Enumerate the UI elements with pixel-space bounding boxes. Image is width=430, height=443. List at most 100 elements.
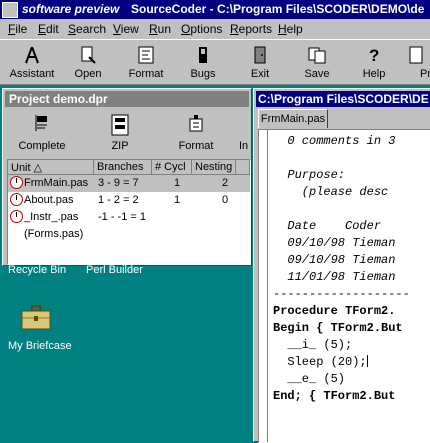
code-line: Begin { TForm2.But [273, 321, 403, 335]
bugs-button[interactable]: Bugs [175, 42, 231, 84]
save-icon [308, 47, 326, 64]
project-window: Project demo.dpr Complete ZIP Format In … [2, 88, 252, 266]
exit-button[interactable]: Exit [232, 42, 288, 84]
nesting-value: 0 [222, 194, 229, 206]
code-line: (please desc [273, 185, 389, 199]
menu-edit[interactable]: Edit [38, 22, 59, 36]
project-title-bar[interactable]: Project demo.dpr [5, 91, 249, 107]
menu-reports[interactable]: Reports [230, 22, 272, 36]
clock-icon [10, 176, 23, 189]
zip-icon [111, 114, 129, 136]
code-area[interactable]: 0 comments in 3 Purpose: (please desc Da… [273, 130, 430, 442]
unit-name: _Instr_.pas [24, 211, 79, 223]
briefcase-label[interactable]: My Briefcase [8, 340, 72, 352]
save-button[interactable]: Save [289, 42, 345, 84]
project-format-label: Format [178, 140, 214, 152]
menu-run[interactable]: Run [149, 22, 171, 36]
format-icon [138, 46, 154, 64]
clock-icon [10, 193, 23, 206]
editor-window: C:\Program Files\SCODER\DE FrmMain.pas 0… [253, 88, 430, 443]
title-app-name: software preview [22, 2, 120, 16]
editor-title-bar[interactable]: C:\Program Files\SCODER\DE [256, 91, 430, 107]
format-label: Format [128, 68, 164, 80]
cycl-value: 1 [174, 194, 181, 206]
help-label: Help [362, 68, 386, 80]
svg-text:?: ? [369, 46, 379, 65]
code-line: 0 comments in 3 [273, 134, 396, 148]
menu-file[interactable]: File [8, 22, 27, 36]
info-button[interactable]: In [231, 109, 251, 155]
menu-view[interactable]: View [113, 22, 139, 36]
open-icon [81, 46, 96, 64]
print-icon [409, 46, 423, 64]
menu-help[interactable]: Help [278, 22, 303, 36]
project-format-button[interactable]: Format [161, 109, 231, 155]
column-header-unit[interactable]: Unit △ [8, 160, 94, 175]
unit-name: FrmMain.pas [24, 177, 89, 189]
code-line: Purpose: [273, 168, 346, 182]
briefcase-icon[interactable] [20, 304, 52, 335]
unit-name: (Forms.pas) [24, 228, 84, 240]
editor-gutter [259, 130, 268, 442]
code-line: ------------------- [273, 287, 410, 301]
code-line: End; { TForm2.But [273, 389, 396, 403]
help-icon: ? [369, 46, 379, 65]
exit-label: Exit [250, 68, 270, 80]
toolbar: Assistant Open Format Bugs Exit Save ? H… [0, 39, 430, 85]
title-bar[interactable]: software preview SourceCoder - C:\Progra… [0, 0, 430, 19]
format-icon [189, 115, 203, 132]
assistant-button[interactable]: Assistant [4, 42, 60, 84]
tab-frmmain[interactable]: FrmMain.pas [258, 109, 328, 128]
menu-search[interactable]: Search [68, 22, 106, 36]
nesting-value: 2 [222, 177, 229, 189]
menu-bar: File Edit Search View Run Options Report… [0, 19, 430, 39]
bugs-icon [199, 47, 207, 63]
bugs-label: Bugs [190, 68, 216, 80]
zip-label: ZIP [111, 140, 129, 152]
code-line: Procedure TForm2. [273, 304, 396, 318]
code-line: 09/10/98 Tieman [273, 236, 396, 250]
clock-icon [10, 210, 23, 223]
assistant-icon [25, 46, 39, 64]
table-row[interactable]: (Forms.pas) [8, 226, 250, 243]
info-label: In [239, 140, 249, 152]
column-header-nesting[interactable]: Nesting [192, 160, 236, 175]
zip-button[interactable]: ZIP [85, 109, 155, 155]
perl-builder-label[interactable]: Perl Builder [86, 264, 143, 276]
menu-options[interactable]: Options [181, 22, 222, 36]
format-button[interactable]: Format [118, 42, 174, 84]
app-icon[interactable] [2, 2, 18, 18]
table-row[interactable]: _Instr_.pas -1 - -1 = 1 [8, 209, 250, 226]
code-line: Sleep (20); [273, 355, 368, 369]
sort-triangle-icon: △ [33, 162, 43, 174]
table-row[interactable]: About.pas 1 - 2 = 2 1 0 [8, 192, 250, 209]
recycle-bin-label[interactable]: Recycle Bin [8, 264, 66, 276]
code-line: __i_ (5); [273, 338, 353, 352]
complete-icon [35, 115, 47, 131]
column-header-cycl[interactable]: # Cycl [152, 160, 192, 175]
print-button[interactable]: Pr [402, 42, 430, 84]
branches-value: 3 - 9 = 7 [98, 177, 139, 189]
units-table: Unit △ Branches # Cycl Nesting FrmMain.p… [7, 159, 251, 265]
branches-value: 1 - 2 = 2 [98, 194, 139, 206]
complete-label: Complete [18, 140, 66, 152]
project-toolbar: Complete ZIP Format In [7, 109, 249, 155]
text-caret [366, 355, 368, 367]
editor-title: C:\Program Files\SCODER\DE [258, 92, 429, 106]
column-header-branches[interactable]: Branches [94, 160, 152, 175]
open-label: Open [74, 68, 102, 80]
exit-icon [254, 46, 266, 64]
code-line: 09/10/98 Tieman [273, 253, 396, 267]
print-label: Pr [420, 68, 430, 80]
open-button[interactable]: Open [60, 42, 116, 84]
branches-value: -1 - -1 = 1 [98, 211, 146, 223]
code-editor[interactable]: 0 comments in 3 Purpose: (please desc Da… [258, 129, 430, 443]
help-button[interactable]: ? Help [346, 42, 402, 84]
cycl-value: 1 [174, 177, 181, 189]
assistant-label: Assistant [9, 68, 55, 80]
code-line: 11/01/98 Tieman [273, 270, 396, 284]
complete-button[interactable]: Complete [7, 109, 77, 155]
column-header-extra [236, 160, 250, 175]
table-row[interactable]: FrmMain.pas 3 - 9 = 7 1 2 [8, 175, 250, 192]
project-title: Project demo.dpr [9, 92, 108, 106]
